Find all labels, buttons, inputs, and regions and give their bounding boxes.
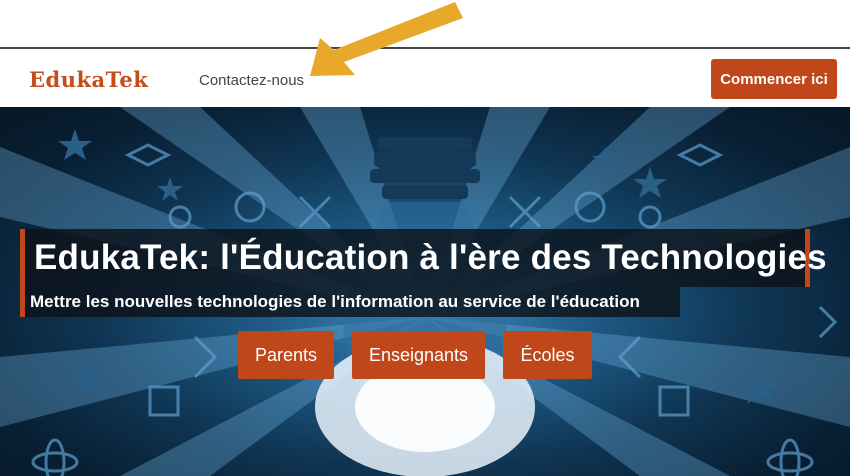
arrow-pointer-icon	[310, 2, 463, 76]
start-here-button[interactable]: Commencer ici	[711, 59, 837, 99]
parents-button[interactable]: Parents	[238, 331, 334, 379]
hero-subtitle: Mettre les nouvelles technologies de l'i…	[30, 292, 640, 311]
nav-link-contact[interactable]: Contactez-nous	[199, 72, 304, 89]
hero-title: EdukaTek: l'Éducation à l'ère des Techno…	[34, 238, 827, 277]
logo[interactable]: EdukaTek	[29, 67, 148, 92]
schools-button[interactable]: Écoles	[503, 331, 592, 379]
teachers-button[interactable]: Enseignants	[352, 331, 485, 379]
subtitle-accent-left	[20, 287, 25, 317]
title-accent-left	[20, 229, 25, 287]
